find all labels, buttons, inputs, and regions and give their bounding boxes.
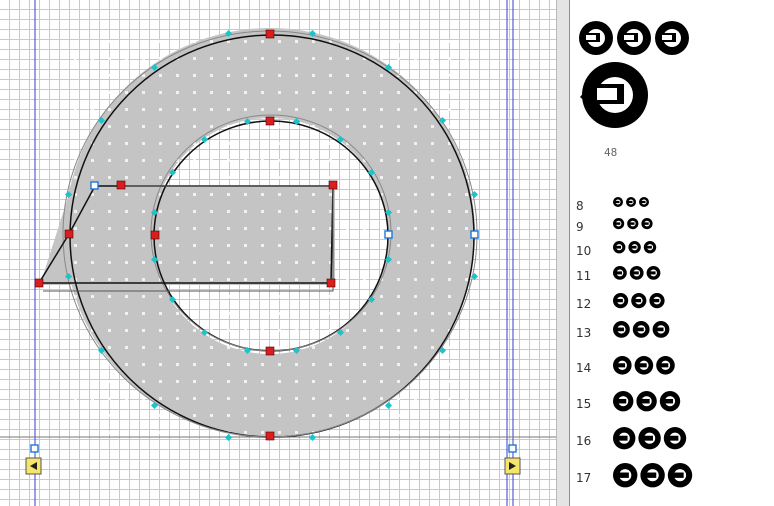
size-glyphs	[613, 241, 657, 254]
preview-glyph	[663, 427, 687, 450]
preview-glyph	[638, 427, 661, 450]
glyph-canvas[interactable]	[0, 0, 556, 506]
preview-glyph	[641, 218, 653, 230]
size-glyphs	[613, 321, 670, 338]
preview-glyph	[579, 21, 613, 55]
size-glyphs	[613, 427, 687, 450]
large-size-label: 48	[604, 146, 618, 159]
preview-glyph	[613, 356, 632, 375]
preview-glyph	[656, 356, 675, 375]
size-label: 14	[576, 361, 592, 376]
size-label: 16	[576, 434, 592, 449]
size-label: 8	[576, 198, 584, 213]
preview-glyph	[613, 427, 636, 450]
size-glyphs	[613, 391, 681, 412]
size-label: 12	[576, 296, 592, 311]
preview-glyph	[655, 21, 689, 55]
size-label: 9	[576, 220, 584, 235]
preview-glyph	[627, 218, 639, 230]
size-glyphs	[613, 463, 693, 488]
preview-glyph	[617, 21, 651, 55]
preview-glyph	[652, 321, 670, 338]
preview-glyph	[659, 391, 681, 412]
preview-glyph	[613, 293, 629, 309]
preview-glyph	[613, 218, 625, 230]
size-label: 11	[576, 269, 592, 284]
preview-glyph	[613, 321, 630, 338]
size-label: 17	[576, 470, 592, 485]
preview-glyph	[613, 391, 634, 412]
size-glyphs	[613, 356, 675, 375]
preview-glyph	[626, 197, 636, 207]
preview-glyph	[629, 266, 644, 280]
preview-glyph	[667, 463, 693, 488]
size-glyphs	[613, 197, 649, 207]
size-label: 13	[576, 325, 592, 340]
preview-glyph	[636, 391, 657, 412]
preview-glyph	[634, 356, 654, 375]
preview-glyph	[649, 293, 665, 309]
panel-splitter[interactable]	[556, 0, 570, 506]
preview-glyph	[639, 197, 649, 207]
left-sidebearing-marker[interactable]	[25, 457, 42, 475]
preview-glyph	[613, 197, 623, 207]
preview-glyph-xl	[580, 62, 648, 128]
size-glyphs	[613, 218, 653, 230]
size-glyphs	[613, 266, 661, 280]
preview-glyph	[640, 463, 665, 488]
preview-large-row	[579, 21, 689, 128]
preview-panel: 48 8 9 10 11 12 13 14 15 16 17	[570, 0, 774, 506]
preview-glyph	[628, 241, 641, 254]
preview-glyph	[631, 293, 647, 309]
preview-glyph	[613, 463, 638, 488]
advance-width-marker[interactable]	[504, 457, 521, 475]
size-glyphs	[613, 293, 665, 309]
preview-glyph	[643, 241, 657, 254]
size-label: 15	[576, 397, 592, 412]
preview-glyph	[613, 266, 627, 280]
outline-svg[interactable]	[0, 0, 556, 506]
preview-glyph	[646, 266, 661, 280]
size-label: 10	[576, 243, 592, 258]
preview-glyph	[613, 241, 626, 254]
preview-glyph	[632, 321, 650, 338]
